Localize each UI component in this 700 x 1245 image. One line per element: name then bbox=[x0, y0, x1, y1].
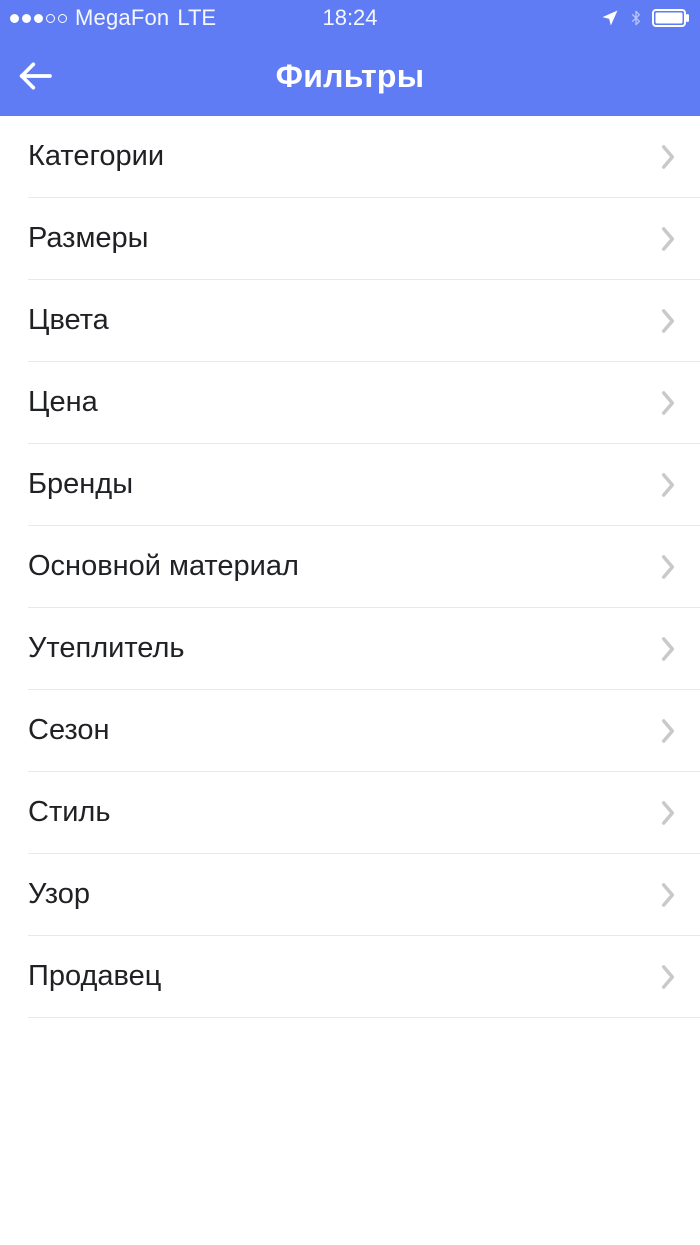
filter-label: Размеры bbox=[28, 222, 149, 255]
filter-row-brands[interactable]: Бренды bbox=[0, 444, 700, 526]
chevron-right-icon bbox=[660, 390, 676, 416]
back-button[interactable] bbox=[0, 36, 70, 116]
filter-row-price[interactable]: Цена bbox=[0, 362, 700, 444]
carrier-label: MegaFon bbox=[75, 5, 169, 31]
filter-label: Утеплитель bbox=[28, 632, 184, 665]
chevron-right-icon bbox=[660, 472, 676, 498]
filter-row-insulation[interactable]: Утеплитель bbox=[0, 608, 700, 690]
filter-label: Цена bbox=[28, 386, 98, 419]
nav-bar: Фильтры bbox=[0, 36, 700, 116]
chevron-right-icon bbox=[660, 144, 676, 170]
filter-row-colors[interactable]: Цвета bbox=[0, 280, 700, 362]
filter-row-categories[interactable]: Категории bbox=[0, 116, 700, 198]
battery-icon bbox=[652, 9, 690, 27]
status-right bbox=[600, 7, 690, 29]
filter-row-main-material[interactable]: Основной материал bbox=[0, 526, 700, 608]
chevron-right-icon bbox=[660, 226, 676, 252]
filter-row-style[interactable]: Стиль bbox=[0, 772, 700, 854]
chevron-right-icon bbox=[660, 308, 676, 334]
chevron-right-icon bbox=[660, 718, 676, 744]
chevron-right-icon bbox=[660, 554, 676, 580]
chevron-right-icon bbox=[660, 964, 676, 990]
signal-strength-icon bbox=[10, 14, 67, 23]
filter-label: Продавец bbox=[28, 960, 161, 993]
filter-label: Основной материал bbox=[28, 550, 299, 583]
filter-label: Цвета bbox=[28, 304, 109, 337]
filter-row-pattern[interactable]: Узор bbox=[0, 854, 700, 936]
chevron-right-icon bbox=[660, 800, 676, 826]
filter-label: Сезон bbox=[28, 714, 110, 747]
filter-row-sizes[interactable]: Размеры bbox=[0, 198, 700, 280]
filter-row-season[interactable]: Сезон bbox=[0, 690, 700, 772]
location-arrow-icon bbox=[600, 8, 620, 28]
page-title: Фильтры bbox=[0, 58, 700, 95]
chevron-right-icon bbox=[660, 636, 676, 662]
filter-label: Стиль bbox=[28, 796, 110, 829]
status-left: MegaFon LTE bbox=[10, 5, 216, 31]
bluetooth-icon bbox=[628, 7, 644, 29]
filter-label: Узор bbox=[28, 878, 90, 911]
filter-label: Бренды bbox=[28, 468, 133, 501]
filter-list: Категории Размеры Цвета Цена bbox=[0, 116, 700, 1018]
chevron-right-icon bbox=[660, 882, 676, 908]
status-bar: MegaFon LTE 18:24 bbox=[0, 0, 700, 36]
arrow-left-icon bbox=[15, 56, 55, 96]
filter-row-seller[interactable]: Продавец bbox=[0, 936, 700, 1018]
network-label: LTE bbox=[177, 5, 216, 31]
filter-label: Категории bbox=[28, 140, 164, 173]
